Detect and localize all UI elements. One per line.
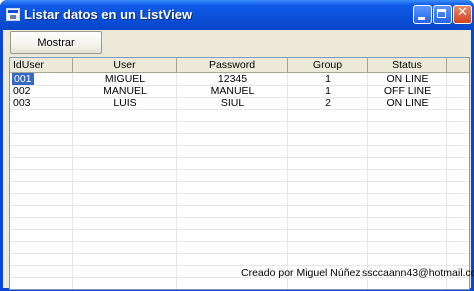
grid-line <box>10 253 469 254</box>
app-icon[interactable] <box>6 8 20 21</box>
minimize-button[interactable] <box>413 5 432 24</box>
grid-line <box>10 133 469 134</box>
column-header-status[interactable]: Status <box>368 58 447 72</box>
grid-line <box>10 217 469 218</box>
cell-iduser: 003 <box>13 97 31 109</box>
client-area: Mostrar IdUser User Password Group Statu… <box>3 30 474 290</box>
close-icon: ✕ <box>457 5 468 20</box>
grid-line <box>10 181 469 182</box>
maximize-button[interactable] <box>433 5 452 24</box>
column-header-user[interactable]: User <box>73 58 177 72</box>
close-button[interactable]: ✕ <box>453 5 472 24</box>
email-label: ssccaann43@hotmail.com <box>362 267 474 279</box>
cell-iduser: 001 <box>12 73 34 85</box>
author-label: Creado por Miguel Núñez <box>241 267 361 279</box>
grid-line <box>10 229 469 230</box>
grid-line <box>10 265 469 266</box>
cell-iduser: 002 <box>13 85 31 97</box>
grid-line <box>10 121 469 122</box>
column-header-filler <box>447 58 469 72</box>
cell-password: MANUEL <box>210 85 255 97</box>
users-listview[interactable]: IdUser User Password Group Status 001 MI… <box>9 57 470 290</box>
grid-line <box>10 205 469 206</box>
cell-group: 1 <box>325 73 331 85</box>
table-row[interactable]: 003 LUIS SIUL 2 ON LINE <box>10 97 469 109</box>
show-button[interactable]: Mostrar <box>10 31 102 54</box>
grid-line <box>10 157 469 158</box>
title-bar[interactable]: Listar datos en un ListView ✕ <box>0 0 474 30</box>
column-header-group[interactable]: Group <box>288 58 368 72</box>
cell-status: OFF LINE <box>383 85 432 97</box>
cell-password: 12345 <box>217 73 248 85</box>
window-title: Listar datos en un ListView <box>24 7 193 22</box>
cell-status: ON LINE <box>386 73 429 85</box>
grid-line <box>10 169 469 170</box>
cell-password: SIUL <box>220 97 245 109</box>
table-row[interactable]: 001 MIGUEL 12345 1 ON LINE <box>10 73 469 85</box>
grid-line <box>10 109 469 110</box>
column-header-password[interactable]: Password <box>177 58 288 72</box>
cell-status: ON LINE <box>386 97 429 109</box>
listview-header: IdUser User Password Group Status <box>10 58 469 73</box>
column-header-iduser[interactable]: IdUser <box>10 58 73 72</box>
cell-user: MIGUEL <box>104 73 146 85</box>
grid-line <box>10 145 469 146</box>
grid-line <box>10 241 469 242</box>
cell-group: 1 <box>325 85 331 97</box>
grid-line <box>10 193 469 194</box>
cell-user: MANUEL <box>103 85 147 97</box>
cell-group: 2 <box>325 97 331 109</box>
cell-user: LUIS <box>113 97 137 109</box>
table-row[interactable]: 002 MANUEL MANUEL 1 OFF LINE <box>10 85 469 97</box>
main-window: Listar datos en un ListView ✕ Mostrar Id… <box>0 0 474 291</box>
